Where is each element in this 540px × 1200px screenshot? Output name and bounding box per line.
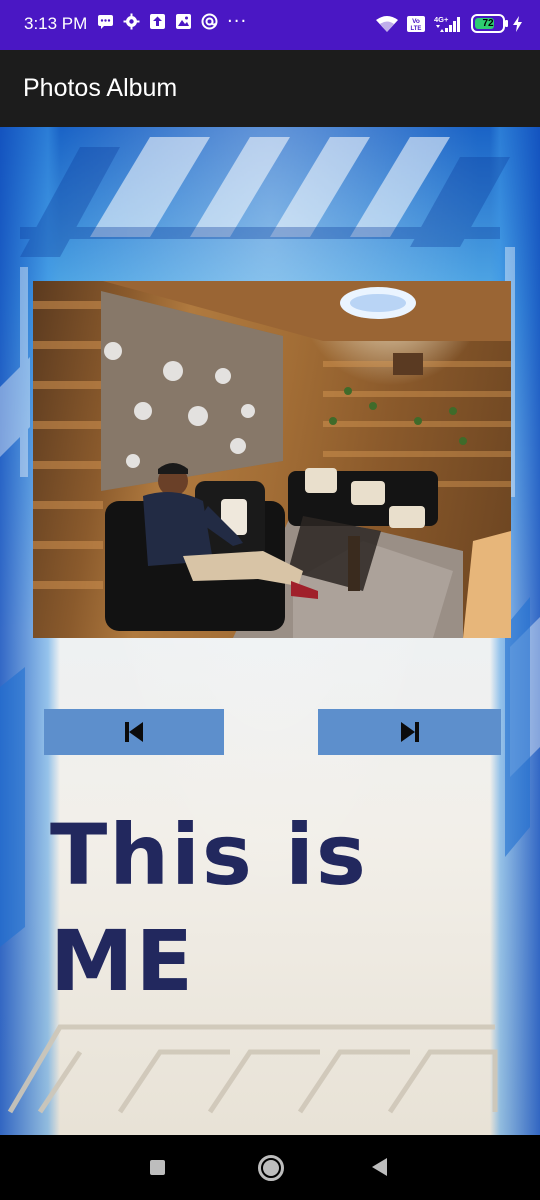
battery-terminal	[505, 20, 508, 27]
status-bar: 3:13 PM ··· Vo LTE 4G+ 72	[0, 0, 540, 50]
battery-icon: 72	[471, 14, 508, 33]
wifi-icon	[376, 15, 398, 32]
volte-text-bottom: LTE	[411, 26, 422, 32]
status-time: 3:13 PM	[24, 14, 88, 33]
message-icon	[98, 15, 113, 29]
recents-button[interactable]	[150, 1160, 165, 1175]
at-sign-icon	[201, 13, 218, 30]
back-button[interactable]	[372, 1158, 387, 1176]
app-bar: Photos Album	[0, 50, 540, 127]
photo-illustration	[33, 281, 511, 638]
album-photo	[33, 281, 511, 638]
skip-previous-icon	[125, 722, 143, 742]
skip-next-icon	[400, 722, 419, 742]
volte-icon: Vo LTE	[407, 15, 425, 32]
system-icons: Vo LTE 4G+ 72	[375, 14, 522, 33]
upload-icon	[150, 14, 165, 29]
signal-4g-icon: 4G+	[434, 15, 460, 32]
network-type-label: 4G+	[434, 15, 449, 24]
home-button-inner	[263, 1160, 279, 1176]
charging-icon	[513, 15, 522, 32]
gear-icon	[123, 13, 140, 30]
more-notifications-icon: ···	[227, 11, 248, 32]
photo-icon	[176, 14, 191, 29]
notification-icons: ···	[97, 11, 248, 32]
app-title: Photos Album	[23, 74, 178, 102]
next-photo-button[interactable]	[318, 709, 501, 755]
battery-percent: 72	[482, 18, 494, 29]
previous-photo-button[interactable]	[44, 709, 224, 755]
photo-caption: This is ME	[50, 806, 368, 1010]
volte-text-top: Vo	[412, 18, 420, 25]
